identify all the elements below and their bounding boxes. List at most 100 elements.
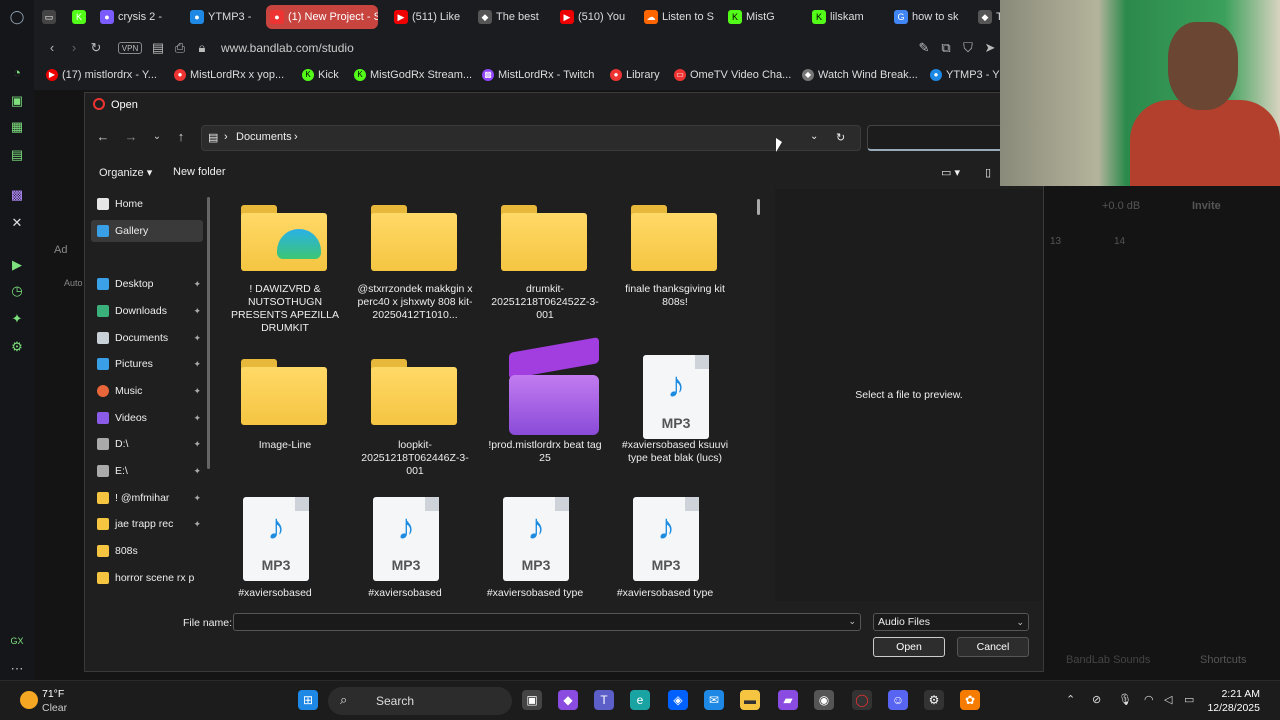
outlook-icon[interactable]: ✉ (704, 690, 724, 710)
opera-logo-icon[interactable]: ◯ (8, 8, 26, 26)
camera-icon[interactable]: ◉ (814, 690, 834, 710)
breadcrumb-documents[interactable]: Documents (236, 131, 292, 143)
tab-10[interactable]: ◆ T (974, 5, 1000, 29)
start-icon[interactable]: ⊞ (298, 690, 318, 710)
task-view-icon[interactable]: ▣ (522, 690, 542, 710)
file-name-input[interactable]: ⌄ (233, 613, 861, 631)
bookmark-1[interactable]: ● MistLordRx x yop... (174, 69, 284, 81)
nav-item-drive-e[interactable]: E:\ ✦ (91, 460, 203, 482)
nav-item-pictures[interactable]: Pictures ✦ (91, 353, 203, 375)
send-icon[interactable]: ➤ (982, 40, 998, 56)
bookmark-4[interactable]: ▩ MistLordRx - Twitch (482, 69, 594, 81)
player-icon[interactable]: ▶ (8, 256, 26, 274)
bookmark-7[interactable]: ◆ Watch Wind Break... (802, 69, 918, 81)
file-type-select[interactable]: Audio Files ⌄ (873, 613, 1029, 631)
reload-icon[interactable]: ↻ (88, 40, 104, 56)
nav-item-home[interactable]: Home (91, 193, 203, 215)
pin-icon[interactable]: ✦ (193, 487, 201, 509)
url-field[interactable]: www.bandlab.com/studio (221, 41, 354, 55)
nav-item-drive-d[interactable]: D:\ ✦ (91, 433, 203, 455)
flow-icon[interactable]: ▦ (8, 118, 26, 136)
pin-icon[interactable]: ✦ (193, 433, 201, 455)
pin-icon[interactable]: ✦ (193, 407, 201, 429)
tab-9[interactable]: Ghow to sk (890, 5, 972, 29)
chevron-down-icon[interactable]: ⌄ (848, 616, 856, 627)
steam-icon[interactable]: ⚙ (924, 690, 944, 710)
battery-icon[interactable]: ▭ (1184, 693, 1194, 706)
folder-item[interactable]: Image-Line (225, 353, 345, 483)
fl-studio-icon[interactable]: ✿ (960, 690, 980, 710)
back-icon[interactable]: ← (95, 129, 111, 145)
folder-item[interactable]: drumkit-20251218T062452Z-3-001 (485, 199, 605, 339)
nav-item-videos[interactable]: Videos ✦ (91, 407, 203, 429)
pin-icon[interactable]: ✎ (916, 40, 932, 56)
folder-item[interactable]: ! DAWIZVRD & NUTSOTHUGN PRESENTS APEZILL… (225, 199, 345, 339)
bookmark-0[interactable]: ▶ (17) mistlordrx - Y... (46, 69, 157, 81)
bookmark-8[interactable]: ● YTMP3 - Y (930, 69, 1000, 81)
bookmark-6[interactable]: ▭ OmeTV Video Cha... (674, 69, 791, 81)
file-explorer-icon[interactable]: ▬ (740, 690, 760, 710)
add-track-label[interactable]: Ad (54, 244, 67, 256)
clock-time[interactable]: 2:21 AM (1200, 688, 1260, 700)
shield-icon[interactable]: ⛉ (960, 40, 976, 56)
tab-0[interactable]: ● crysis 2 - (96, 5, 186, 29)
nav-item-folder[interactable]: horror scene rx p (91, 567, 203, 589)
view-icon[interactable]: ▭ ▾ (941, 166, 960, 179)
reader-icon[interactable]: ▤ (150, 40, 166, 56)
shortcuts-button[interactable]: Shortcuts (1200, 654, 1246, 666)
file-item[interactable]: ♪ MP3 #xaviersobased (345, 495, 465, 601)
tab-3[interactable]: ▶ (511) Like (390, 5, 472, 29)
back-icon[interactable]: ‹ (44, 40, 60, 56)
settings-icon[interactable]: ⚙ (8, 338, 26, 356)
bookmark-5[interactable]: ● Library (610, 69, 660, 81)
tab-4[interactable]: ◆ The best (474, 5, 556, 29)
volume-icon[interactable]: ◁ (1164, 693, 1172, 706)
bookmark-2[interactable]: K Kick (302, 69, 339, 81)
new-folder-button[interactable]: New folder (173, 166, 226, 178)
organize-button[interactable]: Organize ▾ (99, 166, 152, 179)
file-list-scrollbar[interactable] (757, 199, 760, 215)
tab-overview[interactable]: ▭ (42, 5, 56, 29)
pin-icon[interactable]: ✦ (193, 460, 201, 482)
tab-2[interactable]: ● (1) New Project - S (266, 5, 378, 29)
nav-item-music[interactable]: Music ✦ (91, 380, 203, 402)
nav-item-folder[interactable]: jae trapp rec ✦ (91, 513, 203, 535)
x-icon[interactable]: ✕ (8, 214, 26, 232)
chevron-right-icon[interactable]: › (294, 131, 298, 143)
file-item[interactable]: !prod.mistlordrx beat tag 25 (485, 337, 605, 483)
chevron-up-icon[interactable]: ⌃ (1066, 693, 1075, 706)
forward-icon[interactable]: › (66, 40, 82, 56)
open-button[interactable]: Open (873, 637, 945, 657)
nav-item-downloads[interactable]: Downloads ✦ (91, 300, 203, 322)
tab-pinned[interactable]: K (72, 5, 86, 29)
copilot-icon[interactable]: ◆ (558, 690, 578, 710)
bookmark-3[interactable]: K MistGodRx Stream... (354, 69, 472, 81)
nav-item-folder[interactable]: 808s (91, 540, 203, 562)
dropbox-icon[interactable]: ◈ (668, 690, 688, 710)
nav-scrollbar[interactable] (207, 197, 210, 469)
messenger-icon[interactable]: ▤ (8, 146, 26, 164)
extensions-icon[interactable]: ✦ (8, 310, 26, 328)
tab-6[interactable]: ☁ Listen to S (640, 5, 722, 29)
folder-item[interactable]: @stxrrzondek makkgin x perc40 x jshxwty … (355, 199, 475, 339)
tab-1[interactable]: ● YTMP3 - (186, 5, 266, 29)
network-off-icon[interactable]: ⊘ (1092, 693, 1101, 706)
nav-item-documents[interactable]: Documents ✦ (91, 327, 203, 349)
discord-icon[interactable]: ☺ (888, 690, 908, 710)
file-item[interactable]: ♪ MP3 #xaviersobased type (475, 495, 595, 601)
more-icon[interactable]: ⋯ (8, 660, 26, 678)
taskbar-search[interactable]: ⌕ Search (328, 687, 512, 715)
wifi-icon[interactable]: ◠ (1144, 693, 1154, 706)
folder-item[interactable]: finale thanksgiving kit 808s! (615, 199, 735, 339)
bandlab-sounds-button[interactable]: BandLab Sounds (1066, 654, 1150, 666)
pin-icon[interactable]: ✦ (193, 513, 201, 535)
chevron-down-icon[interactable]: ⌄ (810, 131, 818, 142)
recent-locations-icon[interactable]: ⌄ (149, 129, 165, 145)
file-item[interactable]: ♪ MP3 #xaviersobased type (605, 495, 725, 601)
up-icon[interactable]: ↑ (173, 129, 189, 145)
address-path[interactable]: ▤ › Documents › ⌄ ↻ (201, 125, 861, 151)
nav-item-gallery[interactable]: Gallery (91, 220, 203, 242)
history-icon[interactable]: ◷ (8, 282, 26, 300)
clipchamp-icon[interactable]: ▰ (778, 690, 798, 710)
nav-item-desktop[interactable]: Desktop ✦ (91, 273, 203, 295)
